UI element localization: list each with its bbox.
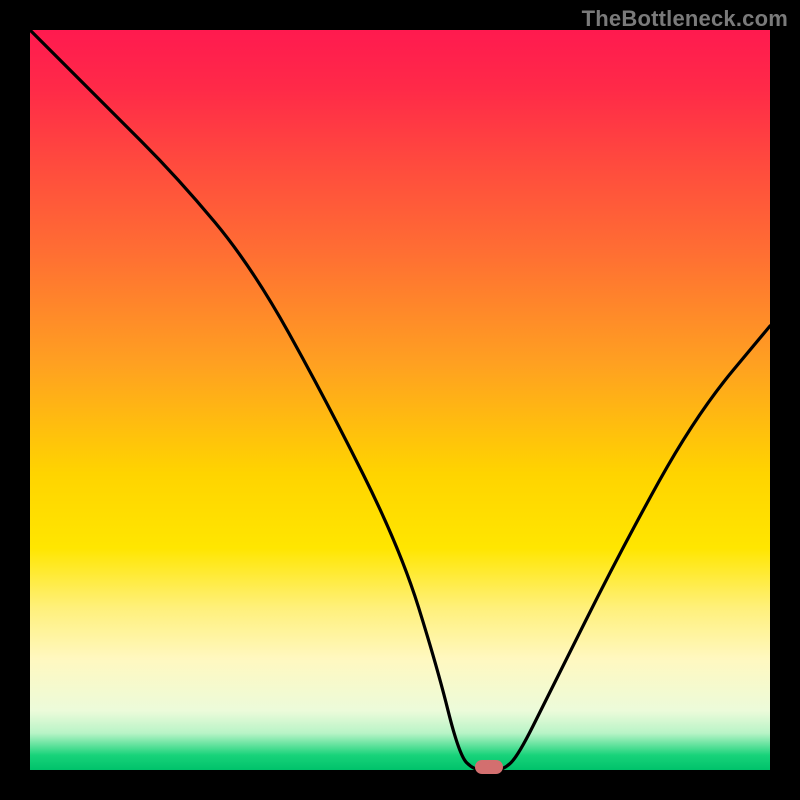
curve-path bbox=[30, 30, 770, 770]
chart-frame: TheBottleneck.com bbox=[0, 0, 800, 800]
bottleneck-curve bbox=[30, 30, 770, 770]
plot-area bbox=[30, 30, 770, 770]
optimum-marker bbox=[475, 760, 503, 774]
watermark-text: TheBottleneck.com bbox=[582, 6, 788, 32]
